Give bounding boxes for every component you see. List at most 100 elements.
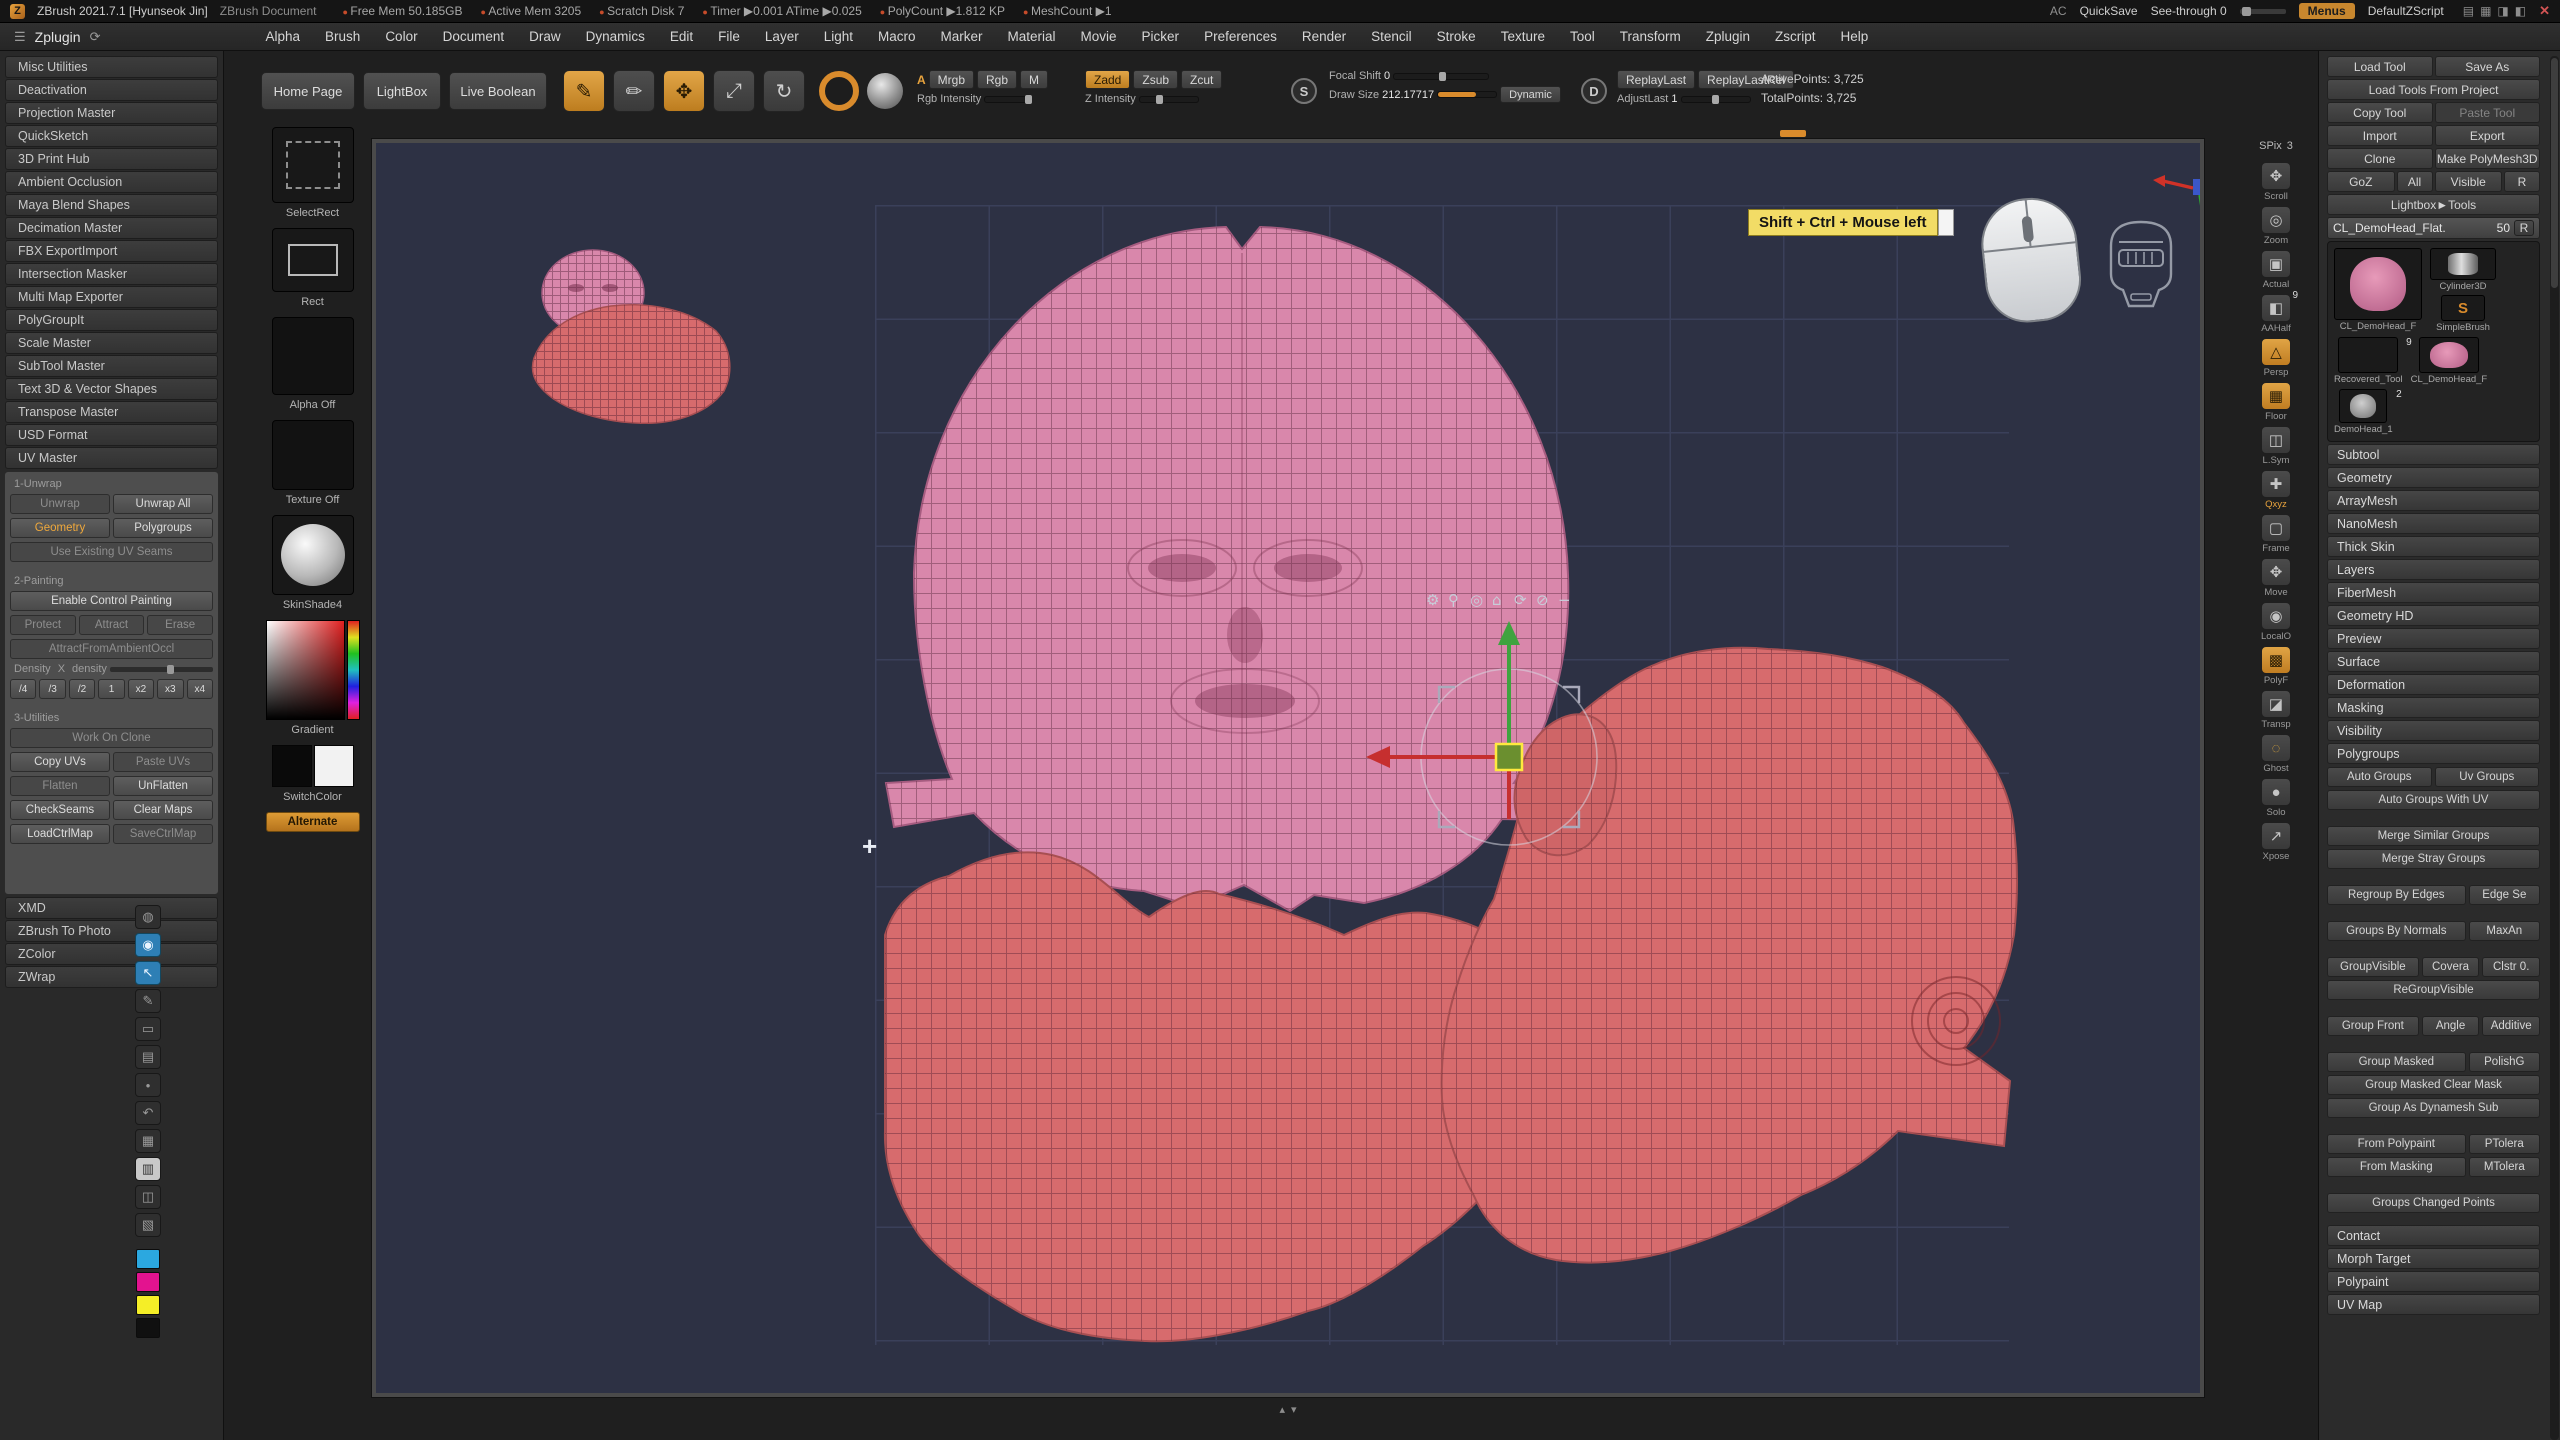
scroll-up-icon[interactable]: ▴ [1279,1403,1285,1416]
home-page-button[interactable]: Home Page [261,72,355,110]
tool-section[interactable]: Layers [2327,559,2540,580]
right-shelf-button[interactable]: ◪ Transp [2258,690,2294,730]
replay-last-button[interactable]: ReplayLast [1617,70,1695,89]
zplugin-item[interactable]: Maya Blend Shapes [5,194,218,216]
color-swatch[interactable] [136,1249,160,1269]
zplugin-item[interactable]: ZWrap [5,966,218,988]
right-shelf-button[interactable]: ▩ PolyF [2258,646,2294,686]
menu-item[interactable]: Movie [1068,29,1129,44]
menu-item[interactable]: Edit [657,29,705,44]
polygroup-button[interactable]: Group Front [2327,1016,2419,1036]
make-polymesh3d-button[interactable]: Make PolyMesh3D [2435,148,2541,169]
see-through-slider[interactable] [2240,9,2286,14]
right-shelf-button[interactable]: ◫ L.Sym [2258,426,2294,466]
polygroup-button[interactable]: Auto Groups With UV [2327,790,2540,810]
polygroups-toggle[interactable]: Polygroups [113,518,213,538]
canvas-scrollbar[interactable]: ▴ ▾ [372,1402,2204,1416]
right-shelf-button[interactable]: ◌ Ghost [2258,734,2294,774]
stroke-icon[interactable]: S [1291,78,1317,104]
menus-button[interactable]: Menus [2299,3,2355,19]
stroke-thumbnail[interactable] [272,228,354,292]
menu-item[interactable]: Dynamics [573,29,657,44]
menu-item[interactable]: Layer [752,29,811,44]
material-preview-icon[interactable] [867,73,903,109]
tray-icon[interactable]: ▦ [135,1129,161,1153]
tool-thumb[interactable]: S SimpleBrush [2430,295,2496,333]
tray-icon[interactable]: • [135,1073,161,1097]
tool-section[interactable]: NanoMesh [2327,513,2540,534]
rgb-intensity-slider[interactable] [984,96,1032,103]
tray-icon[interactable]: ▥ [135,1157,161,1181]
tool-section[interactable]: ArrayMesh [2327,490,2540,511]
paste-tool-button[interactable]: Paste Tool [2435,102,2541,123]
enable-control-painting-toggle[interactable]: Enable Control Painting [10,591,213,611]
saturation-square[interactable] [266,620,345,720]
zplugin-item[interactable]: QuickSketch [5,125,218,147]
tool-section[interactable]: Morph Target [2327,1248,2540,1269]
menu-item[interactable]: Help [1828,29,1881,44]
tray-icon[interactable]: ◍ [135,905,161,929]
zplugin-item-uv-master[interactable]: UV Master [5,447,218,469]
titlebar-icon[interactable]: ▦ [2480,4,2491,18]
window-icons[interactable]: ▤▦◨◧ [2457,4,2526,18]
right-shelf-button[interactable]: ✥ Move [2258,558,2294,598]
tool-section[interactable]: Polypaint [2327,1271,2540,1292]
material-thumbnail[interactable] [272,515,354,595]
quicksave-button[interactable]: QuickSave [2080,4,2138,18]
default-zscript-button[interactable]: DefaultZScript [2368,4,2444,18]
tool-section-polygroups[interactable]: Polygroups [2327,743,2540,764]
loadctrlmap-button[interactable]: LoadCtrlMap [10,824,110,844]
active-tool-r-button[interactable]: R [2514,220,2534,236]
menu-item[interactable]: Color [373,29,430,44]
right-shelf-button[interactable]: ▢ Frame [2258,514,2294,554]
scroll-down-icon[interactable]: ▾ [1291,1403,1297,1416]
polygroup-button[interactable]: Edge Se [2469,885,2540,905]
live-boolean-button[interactable]: Live Boolean [449,72,547,110]
tool-section[interactable]: Subtool [2327,444,2540,465]
erase-button[interactable]: Erase [147,615,213,635]
geometry-toggle[interactable]: Geometry [10,518,110,538]
flatten-button[interactable]: Flatten [10,776,110,796]
pink-head-mesh[interactable] [886,227,1590,911]
zplugin-item[interactable]: Deactivation [5,79,218,101]
mode-button[interactable]: ↻ [763,70,805,112]
tool-thumb[interactable]: 9 Recovered_Tool [2334,337,2403,385]
menu-item[interactable]: Marker [928,29,995,44]
copy-uvs-button[interactable]: Copy UVs [10,752,110,772]
zplugin-item[interactable]: Misc Utilities [5,56,218,78]
mode-button[interactable]: ⤢ [713,70,755,112]
lightbox-button[interactable]: LightBox [363,72,441,110]
right-shelf-button[interactable]: ◉ LocalO [2258,602,2294,642]
sculpt-mode-button[interactable]: Zcut [1181,70,1222,89]
switch-color[interactable] [272,745,354,787]
tray-icon[interactable]: ▧ [135,1213,161,1237]
polygroup-button[interactable]: MaxAn [2469,921,2540,941]
goz-all-button[interactable]: All [2397,171,2433,192]
tool-section[interactable]: UV Map [2327,1294,2540,1315]
save-as-button[interactable]: Save As [2435,56,2541,77]
tool-thumb[interactable]: 2 DemoHead_1 [2334,389,2393,435]
dock-scrollbar[interactable] [2550,56,2559,1440]
zplugin-item[interactable]: USD Format [5,424,218,446]
right-shelf-button[interactable]: ▦ Floor [2258,382,2294,422]
load-tool-button[interactable]: Load Tool [2327,56,2433,77]
sculpt-mode-button[interactable]: Zsub [1133,70,1178,89]
mode-button[interactable]: ✏ [613,70,655,112]
polygroup-button[interactable]: Uv Groups [2435,767,2540,787]
right-shelf-button[interactable]: ◧ 9 AAHalf [2258,294,2294,334]
tray-icon[interactable]: ▭ [135,1017,161,1041]
zplugin-item[interactable]: Multi Map Exporter [5,286,218,308]
polygroup-button[interactable]: Group Masked Clear Mask [2327,1075,2540,1095]
right-shelf-button[interactable]: ✚ Qxyz [2258,470,2294,510]
refresh-icon[interactable]: ⟳ [90,29,101,45]
polygroup-button[interactable]: Merge Stray Groups [2327,849,2540,869]
texture-thumbnail[interactable] [272,420,354,490]
protect-button[interactable]: Protect [10,615,76,635]
export-button[interactable]: Export [2435,125,2541,146]
main-color-swatch[interactable] [272,745,312,787]
zplugin-item[interactable]: Transpose Master [5,401,218,423]
menu-item[interactable]: Texture [1488,29,1557,44]
polygroup-button[interactable]: Merge Similar Groups [2327,826,2540,846]
menu-item[interactable]: Picker [1129,29,1192,44]
document-canvas[interactable]: ⚙⚲◎ ⌂⟳⊘− Shift + Ctrl + Mouse left + [372,139,2204,1397]
